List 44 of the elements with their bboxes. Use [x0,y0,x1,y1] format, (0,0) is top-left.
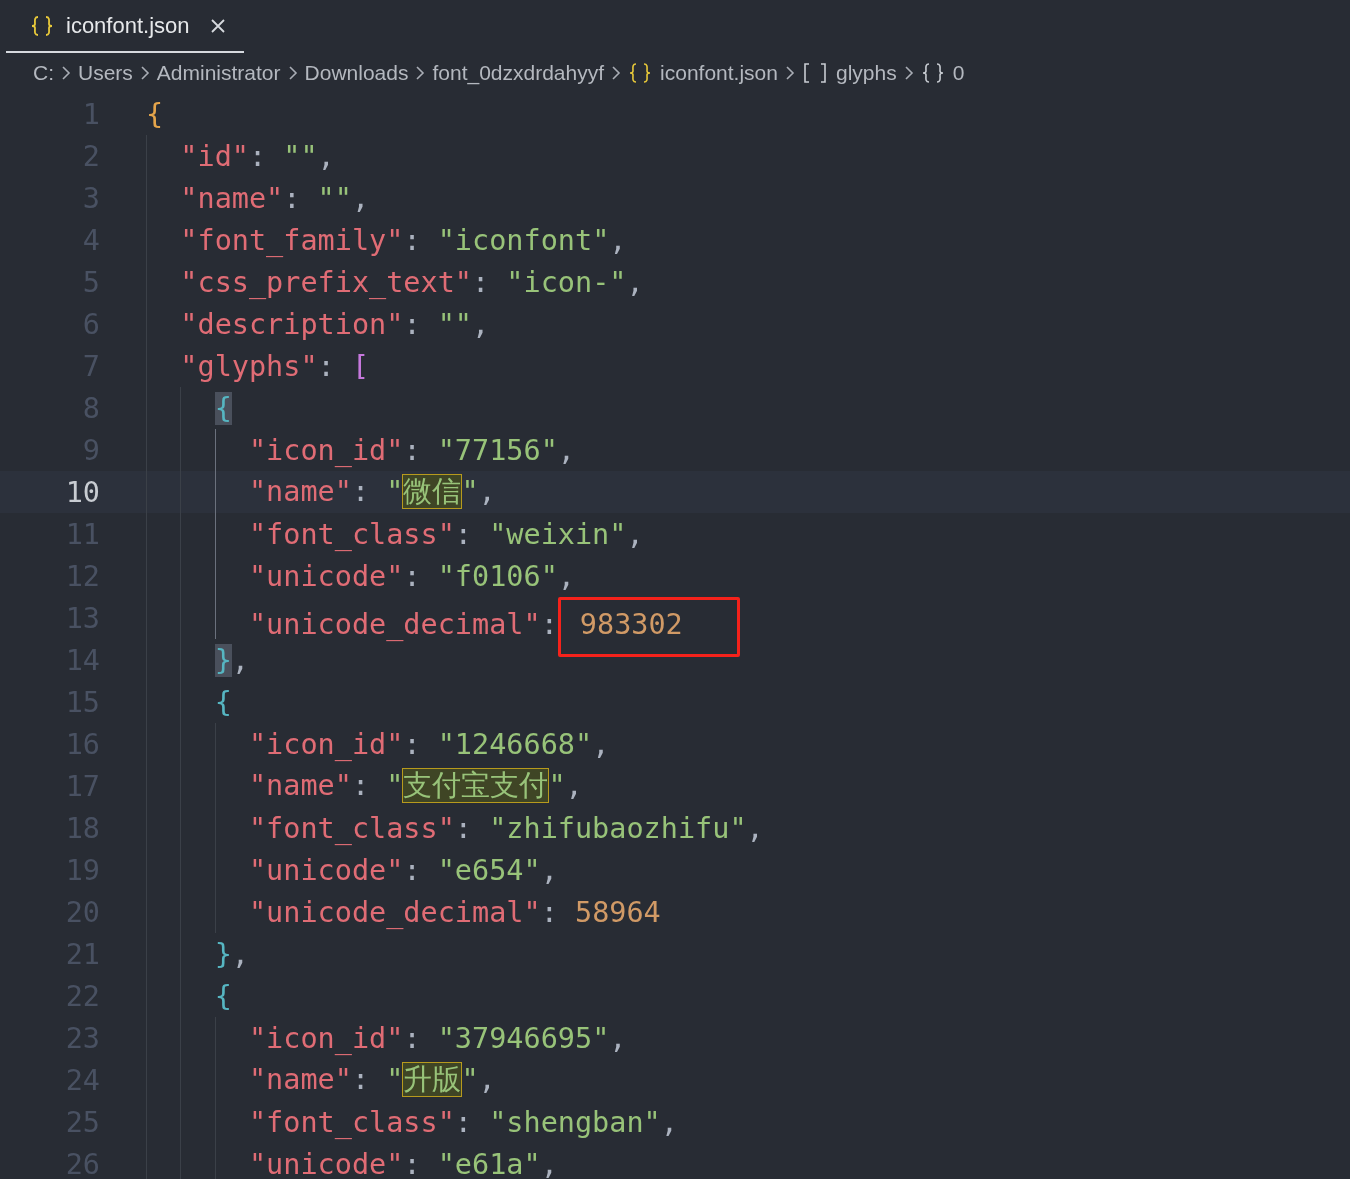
code-line: "icon_id": "77156", [248,433,575,467]
code-line: }, [214,937,249,971]
breadcrumb-item[interactable]: glyphs [802,61,897,85]
object-icon [920,62,945,84]
code-line: { [214,979,232,1013]
code-line: "font_family": "iconfont", [180,223,627,257]
code-line: "unicode": "e61a", [248,1147,558,1179]
chevron-icon [286,64,299,82]
array-icon [802,62,828,84]
code-line: "css_prefix_text": "icon-", [180,265,644,299]
code-line: "glyphs": [ [180,349,370,383]
code-line: { [214,685,232,719]
editor-tab[interactable]: iconfont.json [6,0,244,53]
code-line: "unicode_decimal": 58964 [248,895,661,929]
code-line: "name": "支付宝支付", [248,768,583,804]
json-file-icon [628,62,653,84]
code-line: "unicode": "e654", [248,853,558,887]
chevron-icon [60,64,72,82]
breadcrumb-item[interactable]: Administrator [156,61,281,85]
code-line: "name": "", [180,181,370,215]
code-line: "font_class": "weixin", [248,517,644,551]
breadcrumb-item[interactable]: 0 [920,61,965,85]
code-line: "icon_id": "37946695", [248,1021,627,1055]
close-icon[interactable] [209,17,226,34]
code-line: "description": "", [180,307,490,341]
chevron-icon [414,64,427,82]
code-line: "font_class": "zhifubaozhifu", [248,811,764,845]
chevron-icon [138,64,151,82]
code-line: "icon_id": "1246668", [248,727,610,761]
breadcrumb-item[interactable]: font_0dzxdrdahyyf [432,61,605,85]
line-number: 10 [64,475,100,509]
code-line: "id": "", [180,139,335,173]
code-line: "name": "升版", [248,1062,496,1098]
breadcrumb-item[interactable]: Downloads [304,61,409,85]
code-line: { [146,97,164,131]
chevron-icon [784,64,796,82]
code-line: "unicode": "f0106", [248,559,575,593]
json-file-icon [30,14,54,37]
breadcrumb-item[interactable]: C: [33,61,54,85]
chevron-icon [902,64,915,82]
breadcrumb-item[interactable]: Users [78,61,133,85]
breadcrumb-item[interactable]: iconfont.json [628,61,778,85]
chevron-icon [610,64,623,82]
code-line: "font_class": "shengban", [248,1105,678,1139]
